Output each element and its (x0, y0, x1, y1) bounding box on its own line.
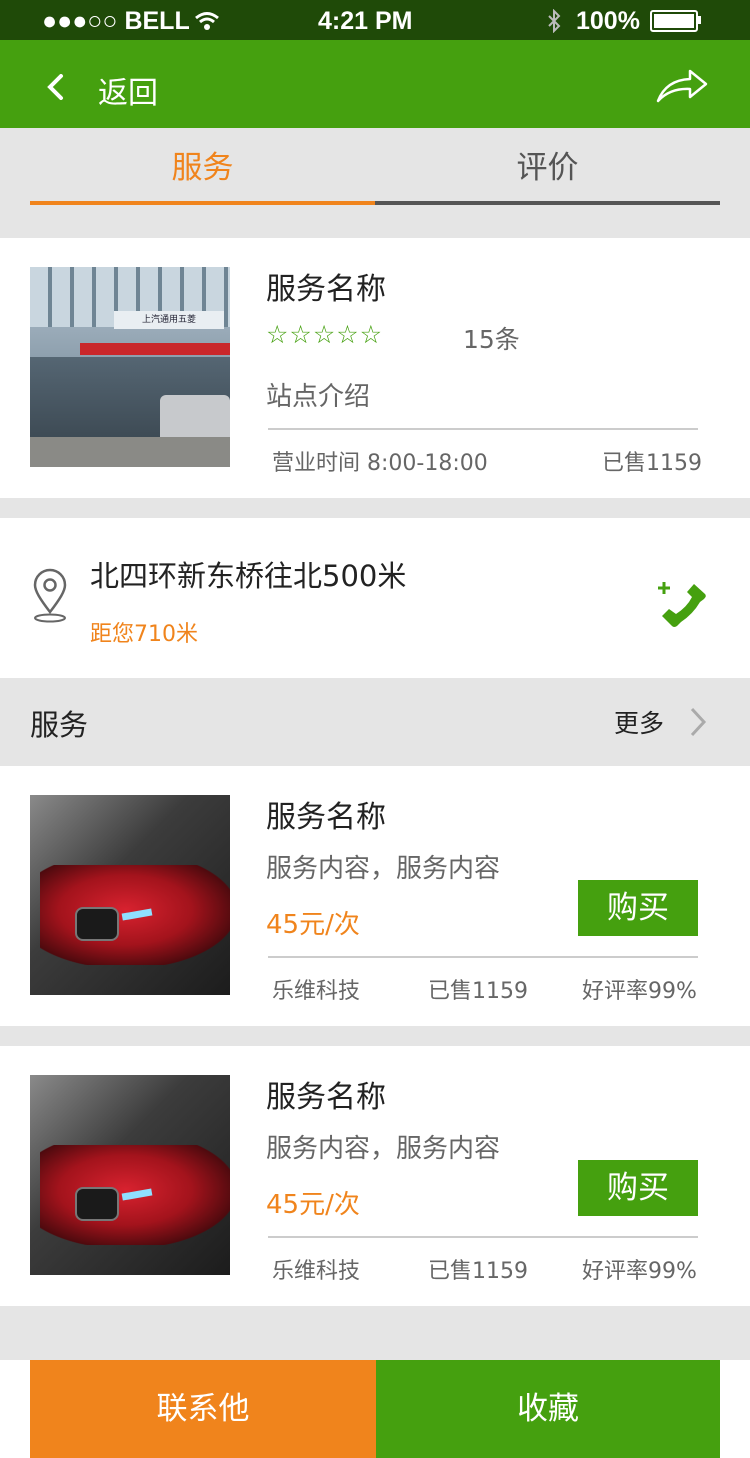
buy-button[interactable]: 购买 (578, 880, 698, 936)
shop-image: 上汽通用五菱 (30, 267, 230, 467)
service-item[interactable]: 服务名称 服务内容，服务内容 45元/次 购买 乐维科技 已售1159 好评率9… (0, 766, 750, 1026)
chevron-right-icon (690, 707, 707, 737)
battery-icon (650, 10, 698, 32)
contact-button[interactable]: 联系他 (30, 1360, 376, 1458)
tab-bar: 服务 评价 (0, 128, 750, 238)
service-image (30, 1075, 230, 1275)
back-button[interactable]: 返回 (36, 62, 176, 111)
share-icon[interactable] (656, 68, 708, 104)
tab-review[interactable]: 评价 (375, 142, 720, 187)
review-count: 15条 (463, 325, 520, 354)
bottom-bar: 联系他 收藏 (0, 1360, 750, 1458)
service-price: 45元/次 (266, 1190, 360, 1220)
sold-count: 已售1159 (428, 1259, 528, 1284)
shop-name: 服务名称 (266, 272, 386, 307)
status-bar: ●●●○○ BELL 4:21 PM 100% (0, 0, 750, 40)
tab-service[interactable]: 服务 (30, 142, 375, 187)
service-image (30, 795, 230, 995)
carrier-label: ●●●○○ BELL (42, 7, 190, 35)
more-label: 更多 (614, 709, 665, 738)
back-label: 返回 (98, 76, 158, 111)
sold-count: 已售1159 (428, 979, 528, 1004)
shop-intro: 站点介绍 (266, 382, 371, 412)
sold-count: 已售1159 (602, 451, 702, 476)
service-price: 45元/次 (266, 910, 360, 940)
vendor-name: 乐维科技 (272, 1259, 361, 1284)
vendor-name: 乐维科技 (272, 979, 361, 1004)
service-name: 服务名称 (266, 800, 386, 835)
service-content: 服务内容，服务内容 (266, 1134, 501, 1164)
location-pin-icon (33, 568, 67, 623)
shop-sign: 上汽通用五菱 (114, 311, 224, 329)
divider (268, 956, 698, 958)
chevron-left-icon (47, 74, 63, 100)
section-title: 服务 (30, 708, 89, 742)
tab-indicator-active (30, 201, 375, 205)
clock: 4:21 PM (318, 7, 413, 35)
tab-indicator (375, 201, 720, 205)
positive-rating: 好评率99% (582, 979, 697, 1004)
favorite-button[interactable]: 收藏 (376, 1360, 720, 1458)
location-card: 北四环新东桥往北500米 距您710米 (0, 518, 750, 678)
rating-stars: ☆☆☆☆☆ (266, 320, 384, 349)
buy-button[interactable]: 购买 (578, 1160, 698, 1216)
shop-card: 上汽通用五菱 服务名称 ☆☆☆☆☆ 15条 站点介绍 营业时间 8:00-18:… (0, 238, 750, 498)
service-content: 服务内容，服务内容 (266, 854, 501, 884)
battery-label: 100% (576, 7, 640, 35)
wifi-icon (195, 12, 219, 30)
service-item[interactable]: 服务名称 服务内容，服务内容 45元/次 购买 乐维科技 已售1159 好评率9… (0, 1046, 750, 1306)
section-header: 服务 更多 (0, 678, 750, 766)
distance: 距您710米 (90, 622, 198, 647)
bluetooth-icon (548, 9, 561, 33)
more-link[interactable]: 更多 (614, 702, 714, 742)
divider (268, 428, 698, 430)
call-phone-icon[interactable] (654, 580, 710, 632)
service-name: 服务名称 (266, 1080, 386, 1115)
positive-rating: 好评率99% (582, 1259, 697, 1284)
nav-bar: 返回 (0, 40, 750, 128)
business-hours: 营业时间 8:00-18:00 (272, 451, 488, 476)
divider (268, 1236, 698, 1238)
address: 北四环新东桥往北500米 (90, 559, 407, 593)
